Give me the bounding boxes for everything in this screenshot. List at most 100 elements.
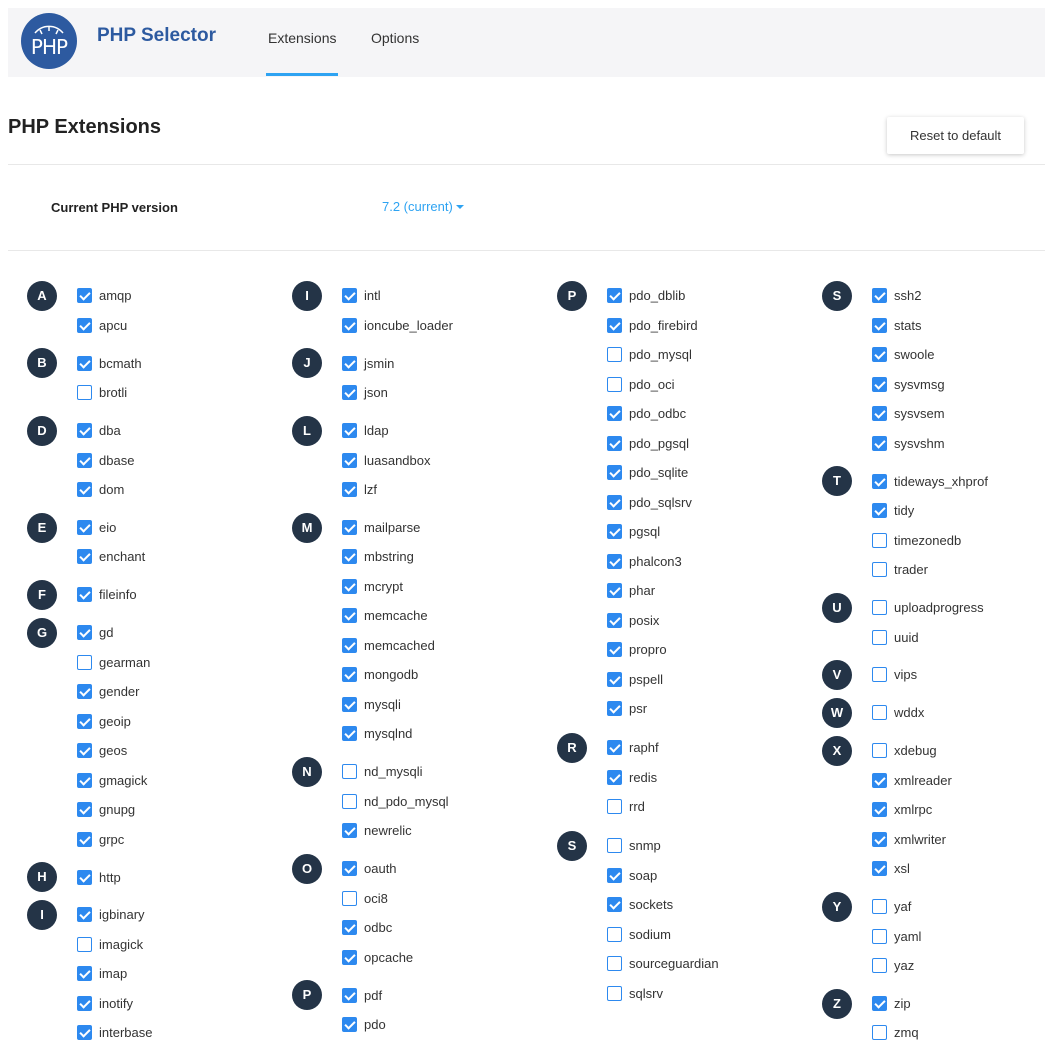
- extension-checkbox[interactable]: [607, 926, 622, 942]
- extension-checkbox[interactable]: [607, 347, 622, 363]
- extension-item[interactable]: sodium: [607, 920, 719, 950]
- extension-checkbox[interactable]: [872, 406, 887, 422]
- extension-checkbox[interactable]: [607, 376, 622, 392]
- extension-checkbox[interactable]: [342, 288, 357, 304]
- extension-item[interactable]: yaf: [872, 892, 988, 922]
- extension-checkbox[interactable]: [607, 740, 622, 756]
- extension-checkbox[interactable]: [607, 701, 622, 717]
- extension-checkbox[interactable]: [77, 355, 92, 371]
- extension-checkbox[interactable]: [607, 671, 622, 687]
- extension-checkbox[interactable]: [607, 288, 622, 304]
- extension-checkbox[interactable]: [872, 376, 887, 392]
- extension-item[interactable]: bcmath: [77, 348, 152, 378]
- extension-checkbox[interactable]: [342, 764, 357, 780]
- extension-checkbox[interactable]: [607, 867, 622, 883]
- extension-checkbox[interactable]: [77, 288, 92, 304]
- extension-item[interactable]: fileinfo: [77, 580, 152, 610]
- extension-checkbox[interactable]: [342, 987, 357, 1003]
- extension-item[interactable]: sqlsrv: [607, 979, 719, 1009]
- extension-item[interactable]: pdo_pgsql: [607, 429, 719, 459]
- extension-item[interactable]: ssh2: [872, 281, 988, 311]
- extension-item[interactable]: mcrypt: [342, 572, 453, 602]
- extension-item[interactable]: sysvsem: [872, 399, 988, 429]
- extension-checkbox[interactable]: [342, 482, 357, 498]
- extension-checkbox[interactable]: [607, 494, 622, 510]
- extension-checkbox[interactable]: [77, 869, 92, 885]
- extension-item[interactable]: swoole: [872, 340, 988, 370]
- extension-item[interactable]: xmlrpc: [872, 795, 988, 825]
- extension-item[interactable]: mongodb: [342, 660, 453, 690]
- extension-checkbox[interactable]: [77, 519, 92, 535]
- extension-item[interactable]: posix: [607, 606, 719, 636]
- extension-checkbox[interactable]: [77, 831, 92, 847]
- extension-checkbox[interactable]: [342, 385, 357, 401]
- php-version-dropdown[interactable]: 7.2 (current): [382, 199, 464, 214]
- extension-checkbox[interactable]: [872, 600, 887, 616]
- extension-checkbox[interactable]: [342, 1017, 357, 1033]
- extension-checkbox[interactable]: [607, 583, 622, 599]
- extension-item[interactable]: sysvmsg: [872, 370, 988, 400]
- extension-item[interactable]: enchant: [77, 542, 152, 572]
- extension-item[interactable]: pdo_odbc: [607, 399, 719, 429]
- extension-item[interactable]: soap: [607, 861, 719, 891]
- extension-checkbox[interactable]: [872, 667, 887, 683]
- extension-item[interactable]: sysvshm: [872, 429, 988, 459]
- extension-checkbox[interactable]: [342, 549, 357, 565]
- extension-checkbox[interactable]: [607, 838, 622, 854]
- extension-item[interactable]: tideways_xhprof: [872, 466, 988, 496]
- extension-item[interactable]: ioncube_loader: [342, 311, 453, 341]
- extension-item[interactable]: psr: [607, 694, 719, 724]
- extension-item[interactable]: xmlreader: [872, 765, 988, 795]
- extension-checkbox[interactable]: [872, 562, 887, 578]
- extension-item[interactable]: opcache: [342, 942, 453, 972]
- extension-item[interactable]: propro: [607, 635, 719, 665]
- extension-checkbox[interactable]: [77, 995, 92, 1011]
- extension-item[interactable]: mysqli: [342, 690, 453, 720]
- extension-item[interactable]: redis: [607, 763, 719, 793]
- extension-item[interactable]: amqp: [77, 281, 152, 311]
- extension-checkbox[interactable]: [77, 549, 92, 565]
- extension-checkbox[interactable]: [872, 705, 887, 721]
- extension-item[interactable]: pdo: [342, 1010, 453, 1040]
- extension-item[interactable]: jsmin: [342, 348, 453, 378]
- extension-checkbox[interactable]: [607, 642, 622, 658]
- extension-item[interactable]: tidy: [872, 496, 988, 526]
- extension-checkbox[interactable]: [342, 452, 357, 468]
- extension-checkbox[interactable]: [77, 772, 92, 788]
- extension-checkbox[interactable]: [607, 769, 622, 785]
- extension-checkbox[interactable]: [77, 684, 92, 700]
- extension-checkbox[interactable]: [77, 587, 92, 603]
- extension-item[interactable]: gd: [77, 618, 152, 648]
- extension-checkbox[interactable]: [342, 861, 357, 877]
- extension-item[interactable]: oci8: [342, 883, 453, 913]
- extension-checkbox[interactable]: [872, 743, 887, 759]
- extension-item[interactable]: gearman: [77, 647, 152, 677]
- extension-item[interactable]: http: [77, 862, 152, 892]
- extension-item[interactable]: igbinary: [77, 900, 152, 930]
- extension-checkbox[interactable]: [342, 637, 357, 653]
- extension-item[interactable]: dbase: [77, 445, 152, 475]
- extension-item[interactable]: yaz: [872, 951, 988, 981]
- extension-checkbox[interactable]: [872, 503, 887, 519]
- extension-item[interactable]: json: [342, 378, 453, 408]
- extension-checkbox[interactable]: [342, 578, 357, 594]
- extension-item[interactable]: xsl: [872, 854, 988, 884]
- extension-item[interactable]: uuid: [872, 622, 988, 652]
- extension-item[interactable]: eio: [77, 513, 152, 543]
- extension-checkbox[interactable]: [872, 861, 887, 877]
- extension-item[interactable]: odbc: [342, 913, 453, 943]
- extension-item[interactable]: imagick: [77, 930, 152, 960]
- extension-item[interactable]: dba: [77, 416, 152, 446]
- extension-checkbox[interactable]: [607, 985, 622, 1001]
- reset-to-default-button[interactable]: Reset to default: [887, 117, 1024, 154]
- extension-item[interactable]: xmlwriter: [872, 824, 988, 854]
- extension-item[interactable]: luasandbox: [342, 445, 453, 475]
- extension-item[interactable]: uploadprogress: [872, 593, 988, 623]
- extension-checkbox[interactable]: [77, 713, 92, 729]
- extension-item[interactable]: pdo_mysql: [607, 340, 719, 370]
- extension-checkbox[interactable]: [607, 897, 622, 913]
- extension-checkbox[interactable]: [872, 629, 887, 645]
- extension-item[interactable]: lzf: [342, 475, 453, 505]
- extension-item[interactable]: xdebug: [872, 736, 988, 766]
- extension-item[interactable]: yaml: [872, 921, 988, 951]
